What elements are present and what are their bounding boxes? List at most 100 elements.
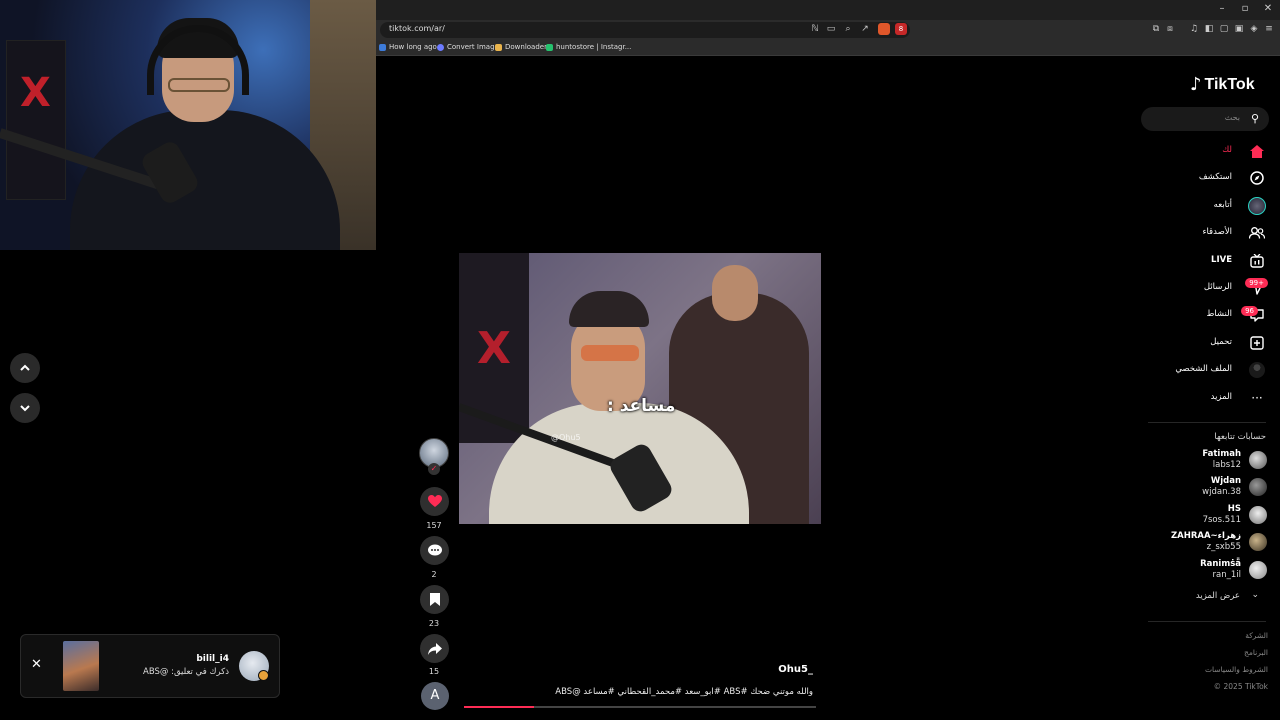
sidebar-divider xyxy=(1148,621,1266,622)
close-window-button[interactable]: ✕ xyxy=(1258,3,1278,14)
brave-shield-icon[interactable] xyxy=(878,23,890,35)
search-icon[interactable]: ⚲ xyxy=(1251,112,1259,125)
following-account[interactable]: HS 7sos.511 xyxy=(1140,504,1268,528)
wallet-icon[interactable]: ▣ xyxy=(1232,24,1246,34)
video-poster-logo: X xyxy=(477,323,511,374)
zoom-icon[interactable]: ⌕ xyxy=(841,24,855,34)
menu-icon[interactable]: ≡ xyxy=(1262,24,1276,34)
minimize-button[interactable]: – xyxy=(1212,3,1232,14)
extensions-icon[interactable]: ⧉ xyxy=(1149,24,1163,34)
nav-explore[interactable]: استكشف xyxy=(1140,169,1270,189)
nav-following[interactable]: أتابعه xyxy=(1140,197,1270,217)
following-account[interactable]: ZAHRAA~زهراء z_sxb55 xyxy=(1140,531,1268,555)
nav-profile[interactable]: الملف الشخصي xyxy=(1140,361,1270,381)
bookmark-convert-image[interactable]: Convert Image xyxy=(437,43,499,51)
like-button[interactable] xyxy=(420,487,449,516)
bookmark-how-long-ago[interactable]: How long ago xyxy=(379,43,437,51)
nav-messages[interactable]: الرسائل 99+ xyxy=(1140,278,1270,299)
avatar xyxy=(1249,561,1267,579)
nav-label: النشاط xyxy=(1206,309,1232,319)
reader-icon[interactable]: ℕ xyxy=(808,24,822,34)
nav-upload[interactable]: تحميل xyxy=(1140,334,1270,354)
sidebar-toggle-icon[interactable]: ◧ xyxy=(1202,24,1216,34)
heart-icon xyxy=(427,495,442,507)
video-player[interactable]: X مساعد : @Ohu5 xyxy=(459,253,821,524)
footer-terms-link[interactable]: الشروط والسياسات xyxy=(1180,665,1268,674)
comment-button[interactable] xyxy=(420,536,449,565)
account-name: HS xyxy=(1227,504,1241,514)
friends-icon xyxy=(1248,224,1266,242)
bookmark-huntostore[interactable]: huntostore | Instagr... xyxy=(546,43,631,51)
avatar xyxy=(1249,533,1267,551)
following-account[interactable]: Fatimah labs12 xyxy=(1140,449,1268,473)
follow-check-icon[interactable]: ✓ xyxy=(428,463,440,475)
account-name: Wjdan xyxy=(1210,476,1241,486)
account-a-button[interactable]: A xyxy=(421,682,449,710)
notification-username: bilil_i4 xyxy=(196,654,229,664)
following-account[interactable]: Ranimṡǟ ran_1il xyxy=(1140,559,1268,583)
footer-program-link[interactable]: البرنامج xyxy=(1180,648,1268,657)
home-icon xyxy=(1248,142,1266,160)
foreground-cap xyxy=(569,291,649,327)
nav-friends[interactable]: الأصدقاء xyxy=(1140,224,1270,244)
nav-activity[interactable]: النشاط 96 xyxy=(1140,306,1270,326)
translate-icon[interactable]: ⧈ xyxy=(1163,24,1177,34)
nav-label: الملف الشخصي xyxy=(1175,364,1232,374)
share-button[interactable] xyxy=(420,634,449,663)
bookmark-icon xyxy=(429,593,440,606)
tiktok-note-icon: ♪ xyxy=(1190,74,1202,95)
account-name: Ranimṡǟ xyxy=(1200,559,1241,569)
nav-label: استكشف xyxy=(1198,172,1232,182)
nav-for-you[interactable]: لك xyxy=(1140,142,1270,162)
background-person-head xyxy=(712,265,758,321)
search-placeholder: بحث xyxy=(1224,113,1240,122)
tiktok-logo[interactable]: ♪ TikTok xyxy=(1190,74,1255,95)
upload-icon xyxy=(1248,334,1266,352)
bookmark-downloader[interactable]: Downloader xyxy=(495,43,547,51)
close-icon[interactable]: ✕ xyxy=(31,657,42,672)
account-handle: labs12 xyxy=(1212,460,1241,470)
share-icon[interactable]: ↗ xyxy=(858,24,872,34)
previous-video-button[interactable] xyxy=(10,353,40,383)
save-count: 23 xyxy=(428,619,440,628)
sidebar-divider xyxy=(1148,422,1266,423)
nav-label: المزيد xyxy=(1210,392,1232,402)
webcam-poster xyxy=(6,40,66,200)
nav-live[interactable]: LIVE xyxy=(1140,252,1270,272)
cast-icon[interactable]: ▭ xyxy=(824,24,838,34)
following-account[interactable]: Wjdan wjdan.38 xyxy=(1140,476,1268,500)
following-avatar-icon xyxy=(1248,197,1266,215)
logo-text: TikTok xyxy=(1204,75,1255,93)
account-name: ZAHRAA~زهراء xyxy=(1170,531,1241,541)
footer-copyright: © 2025 TikTok xyxy=(1213,682,1268,691)
following-section-title: حسابات تتابعها xyxy=(1214,432,1266,442)
video-progress-fill xyxy=(464,706,535,708)
next-video-button[interactable] xyxy=(10,393,40,423)
video-author[interactable]: Ohu5_ xyxy=(760,664,813,675)
see-more-label: عرض المزيد xyxy=(1195,591,1240,601)
instagram-icon xyxy=(546,43,553,51)
convert-icon xyxy=(437,43,444,51)
nav-more[interactable]: المزيد ··· xyxy=(1140,389,1270,409)
see-more-button[interactable]: عرض المزيد ⌄ xyxy=(1140,590,1266,605)
vpn-icon[interactable]: ◈ xyxy=(1247,24,1261,34)
share-arrow-icon xyxy=(427,642,442,655)
chevron-down-icon: ⌄ xyxy=(1251,590,1259,600)
maximize-button[interactable]: ▫ xyxy=(1235,3,1255,14)
save-button[interactable] xyxy=(420,585,449,614)
webcam-poster-logo: X xyxy=(20,70,51,116)
media-icon[interactable]: ♫ xyxy=(1187,24,1201,34)
url-text[interactable]: tiktok.com/ar/ xyxy=(389,24,445,33)
footer-company-link[interactable]: الشركة xyxy=(1180,631,1268,640)
comment-count: 2 xyxy=(431,570,437,579)
glasses xyxy=(168,78,230,92)
tab-icon[interactable]: ▢ xyxy=(1217,24,1231,34)
notification-video-thumbnail[interactable] xyxy=(63,641,99,691)
globe-icon xyxy=(379,43,386,51)
messages-badge: 99+ xyxy=(1245,278,1268,288)
avatar xyxy=(1249,506,1267,524)
like-count: 157 xyxy=(426,521,442,530)
live-icon xyxy=(1248,252,1266,270)
rewards-icon[interactable]: 8 xyxy=(895,23,907,35)
nav-label: تحميل xyxy=(1210,337,1232,347)
